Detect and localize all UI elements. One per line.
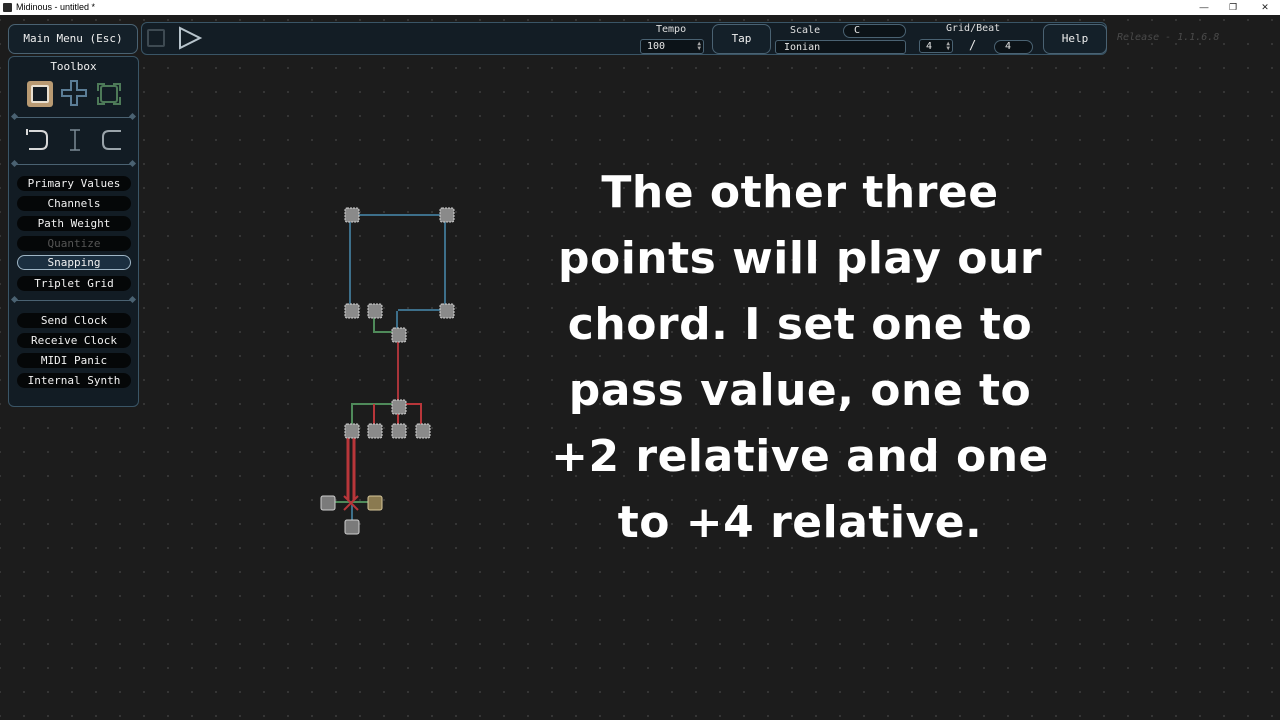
- path-points[interactable]: [320, 207, 455, 535]
- caption-line: pass value, one to: [568, 365, 1032, 416]
- caption-line: chord. I set one to: [567, 299, 1033, 350]
- tutorial-caption: The other three points will play our cho…: [540, 160, 1060, 556]
- caption-line: +2 relative and one: [551, 431, 1049, 482]
- path-lines: [330, 214, 447, 524]
- caption-line: points will play our: [557, 233, 1043, 284]
- caption-line: The other three: [601, 167, 999, 218]
- caption-line: to +4 relative.: [617, 497, 983, 548]
